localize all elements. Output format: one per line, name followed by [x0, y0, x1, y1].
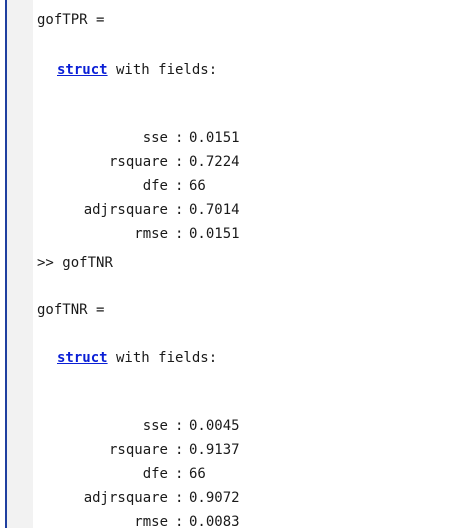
- field-row: rsquare:0.9137: [33, 420, 263, 458]
- command-line: >> gofTNR: [37, 253, 113, 273]
- field-row: sse:0.0045: [33, 396, 263, 434]
- field-row: adjrsquare:0.9072: [33, 468, 263, 506]
- field-row: rsquare:0.7224: [33, 132, 263, 170]
- field-name: rmse: [134, 226, 168, 242]
- variable-header: gofTPR =: [37, 12, 105, 28]
- field-separator: :: [175, 514, 184, 528]
- console-output[interactable]: gofTPR = struct with fields: sse:0.0151 …: [33, 0, 452, 528]
- struct-link[interactable]: struct: [57, 350, 108, 366]
- struct-link[interactable]: struct: [57, 62, 108, 78]
- struct-suffix: with fields:: [107, 62, 218, 78]
- command-window: gofTPR = struct with fields: sse:0.0151 …: [0, 0, 452, 528]
- field-row: sse:0.0151: [33, 108, 263, 146]
- field-row: rmse:0.0083: [33, 492, 263, 528]
- command-prompt: >>: [37, 255, 54, 271]
- command-text: gofTNR: [62, 255, 113, 271]
- struct-line: struct with fields:: [57, 60, 217, 80]
- margin-area: [7, 0, 33, 528]
- field-row: rmse:0.0151: [33, 204, 263, 242]
- field-row: dfe:66: [33, 156, 263, 194]
- struct-suffix: with fields:: [107, 350, 218, 366]
- field-value: 0.0083: [189, 514, 240, 528]
- field-row: adjrsquare:0.7014: [33, 180, 263, 218]
- variable-header: gofTNR =: [37, 302, 105, 318]
- struct-line: struct with fields:: [57, 348, 217, 368]
- field-separator: :: [175, 226, 184, 242]
- field-value: 0.0151: [189, 226, 240, 242]
- field-row: dfe:66: [33, 444, 263, 482]
- field-name: rmse: [134, 514, 168, 528]
